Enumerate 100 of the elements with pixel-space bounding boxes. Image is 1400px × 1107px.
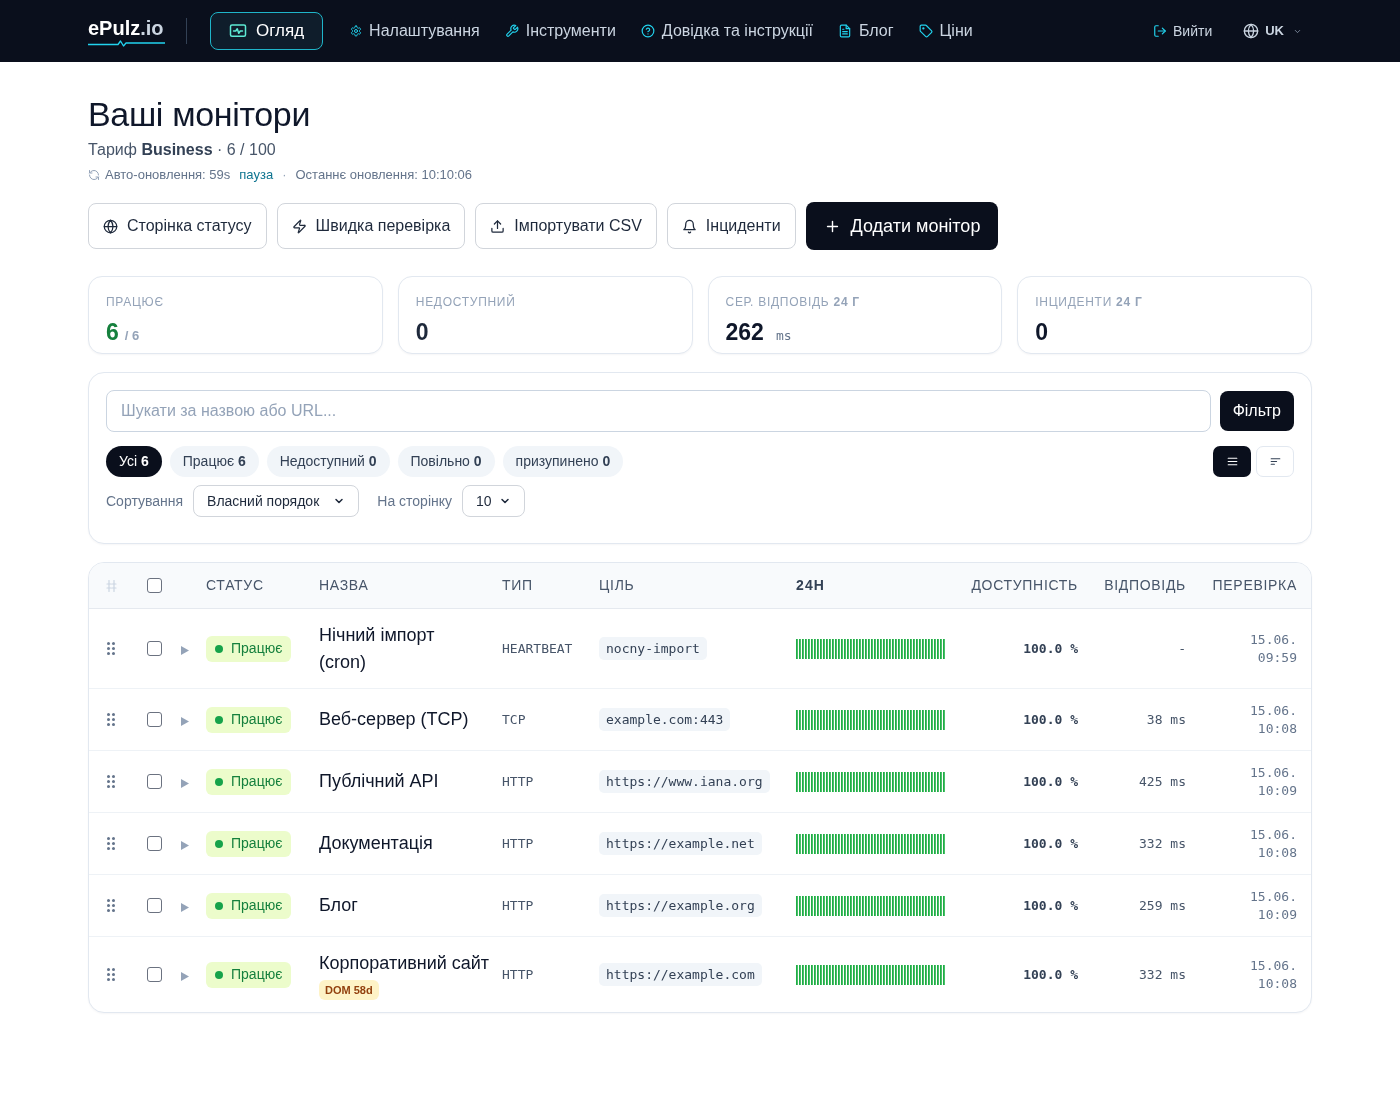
select-all-checkbox[interactable] [146,578,162,593]
status-page-button[interactable]: Сторінка статусу [88,203,267,249]
row-checkbox[interactable] [146,641,162,656]
column-header: ЦІЛЬ [599,576,635,595]
response-time: 332 ms [1139,834,1186,853]
filter-button[interactable]: Фільтр [1219,391,1294,431]
caret-right-icon[interactable] [181,971,189,981]
monitor-pulse-icon [229,22,247,40]
nav-link[interactable]: Огляд [210,12,324,50]
logout-button[interactable]: Вийти [1153,20,1213,42]
target-chip: example.com:443 [599,708,731,731]
list-view-button[interactable] [1213,446,1251,477]
monitor-type: HEARTBEAT [502,639,573,658]
stat-value: 6 [106,318,119,346]
target-chip: https://example.com [599,963,762,986]
add-monitor-button[interactable]: Додати монітор [805,202,999,250]
row-checkbox[interactable] [146,712,162,727]
nav-link[interactable]: Налаштування [350,12,480,50]
status-dot-icon [215,715,223,724]
stat-label: СЕР. ВІДПОВІДЬ 24 Г [725,294,860,310]
row-checkbox[interactable] [146,836,162,851]
auto-refresh-text: Авто-оновлення: 59s [105,166,231,184]
caret-right-icon[interactable] [181,902,189,912]
drag-handle-icon[interactable] [107,968,115,981]
row-checkbox[interactable] [146,774,162,789]
drag-handle-icon[interactable] [107,713,115,726]
last-check-time: 15.06. 10:09 [1249,887,1297,924]
target-chip: nocny-import [599,637,707,660]
per-page-label: На сторінку [377,491,453,511]
stat-suffix: / 6 [124,327,140,345]
filter-chip[interactable]: призупинено 0 [502,446,624,477]
last-check-time: 15.06. 09:59 [1249,630,1297,667]
stat-value: 0 [415,318,429,346]
upload-icon [490,218,506,234]
column-drag-icon [105,579,117,592]
page-title: Ваші монітори [88,94,311,134]
stat-value: 0 [1035,318,1049,346]
status-label: Працює [231,639,283,658]
response-time: - [1178,639,1186,658]
drag-handle-icon[interactable] [107,837,115,850]
nav-link[interactable]: Інструменти [504,12,616,50]
drag-handle-icon[interactable] [107,899,115,912]
stat-value: 262 [725,318,764,346]
bell-icon [681,218,697,234]
monitor-name: Нічний імпорт (cron) [319,624,435,672]
gear-icon [350,25,363,37]
last-check-time: 15.06. 10:09 [1249,763,1297,800]
monitor-type: HTTP [502,772,534,791]
stat-label: ПРАЦЮЄ [106,294,164,310]
caret-right-icon[interactable] [181,716,189,726]
availability-value: 100.0 % [1023,772,1078,791]
plan-info: Тариф Business · 6 / 100 [88,140,276,160]
stat-label: ІНЦИДЕНТИ 24 Г [1035,294,1143,310]
monitor-type: TCP [502,710,526,729]
monitor-type: HTTP [502,965,534,984]
text-lines-icon [1268,455,1282,468]
heartbeat-line-icon [88,39,165,47]
filter-chip[interactable]: Усі 6 [106,446,162,477]
status-label: Працює [231,710,283,729]
per-page-select[interactable]: 10 [462,485,526,517]
column-header: НАЗВА [319,576,369,595]
nav-link[interactable]: Блог [837,12,894,50]
lightning-icon [291,218,307,234]
monitor-name: Веб-сервер (TCP) [319,709,469,729]
logo-text[interactable]: ePulz.io [88,15,164,40]
response-time: 259 ms [1139,896,1186,915]
nav-link[interactable]: Ціни [918,12,973,50]
drag-handle-icon[interactable] [107,775,115,788]
column-header: ВІДПОВІДЬ [1104,576,1186,595]
help-icon [640,24,655,38]
row-checkbox[interactable] [146,967,162,982]
row-checkbox[interactable] [146,898,162,913]
status-label: Працює [231,896,283,915]
dom-badge: DOM 58d [319,979,379,1000]
status-label: Працює [231,834,283,853]
monitor-name: Публічний API [319,771,439,791]
import-csv-button[interactable]: Імпортувати CSV [475,203,657,249]
stat-unit: ms [775,327,792,345]
filter-chip[interactable]: Повільно 0 [397,446,495,477]
filter-chip[interactable]: Працює 6 [169,446,259,477]
drag-handle-icon[interactable] [107,642,115,655]
search-field[interactable]: Шукати за назвою або URL... [106,390,1211,432]
stat-label: НЕДОСТУПНИЙ [415,294,516,310]
caret-right-icon[interactable] [181,840,189,850]
column-header: ТИП [502,576,533,595]
monitor-name: Документація [319,833,433,853]
sort-select[interactable]: Власний порядок [193,485,360,517]
nav-link[interactable]: Довідка та інструкції [640,12,813,50]
wrench-icon [504,24,519,38]
caret-right-icon[interactable] [181,645,189,655]
last-update-text: Останнє оновлення: 10:10:06 [295,166,473,184]
language-selector[interactable]: UK [1243,21,1302,41]
pause-link[interactable]: пауза [239,165,274,185]
quick-check-button[interactable]: Швидка перевірка [276,203,466,249]
incidents-button[interactable]: Інциденти [666,203,796,249]
response-time: 425 ms [1139,772,1186,791]
column-header: СТАТУС [206,576,264,595]
globe-icon [1243,23,1260,39]
caret-right-icon[interactable] [181,778,189,788]
filter-chip[interactable]: Недоступний 0 [266,446,390,477]
